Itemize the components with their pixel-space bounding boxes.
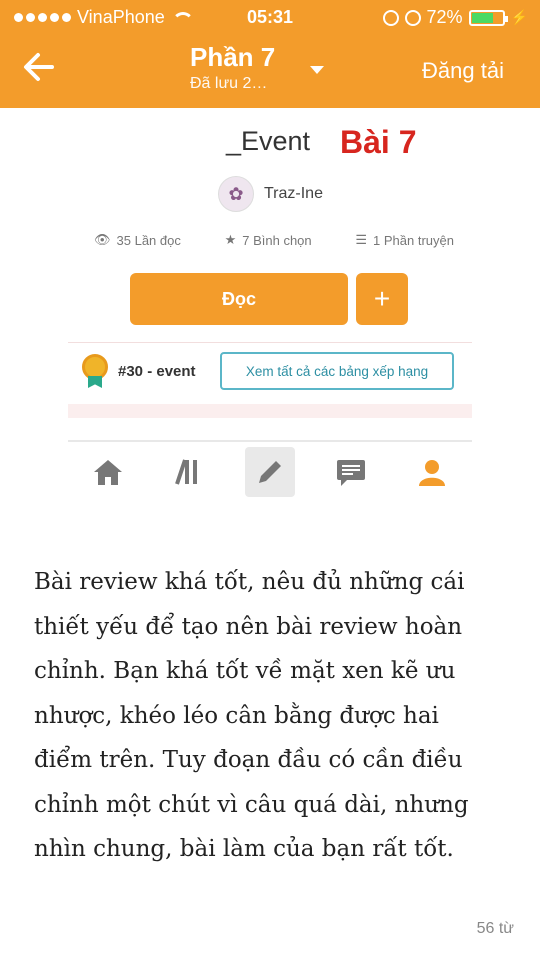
chat-icon[interactable] [326, 447, 376, 497]
view-all-rankings-button[interactable]: Xem tất cả các bảng xếp hạng [220, 352, 454, 390]
review-line: chỉnh một chút vì câu quá dài, nhưng [34, 791, 469, 818]
title-dropdown[interactable]: Phần 7 Đã lưu 2… [190, 42, 350, 93]
embedded-screenshot: _Event Bài 7 ✿ Traz-Ine 👁 35 Lần đọc ★ 7 B… [68, 108, 472, 418]
pencil-icon[interactable] [244, 447, 295, 497]
profile-icon[interactable] [407, 447, 457, 497]
nav-header: Phần 7 Đã lưu 2… Đăng tải [0, 36, 540, 108]
author[interactable]: ✿ Traz-Ine [218, 176, 323, 212]
review-line: điểm trên. Tuy đoạn đầu có cần điều [34, 747, 463, 773]
parts-count: 1 Phần truyện [373, 232, 454, 248]
status-bar: VinaPhone 05:31 72% ⚡ [0, 0, 540, 36]
review-line: Bài review khá tốt, nêu đủ những cái [34, 569, 465, 595]
reads-count: 35 Lần đọc [116, 232, 181, 248]
avatar: ✿ [218, 176, 254, 212]
list-icon: ☰ [355, 232, 368, 247]
alarm-icon [404, 9, 421, 26]
annotation-label: Bài 7 [340, 124, 417, 160]
votes-count: 7 Bình chọn [242, 232, 312, 248]
star-icon: ★ [224, 232, 237, 247]
review-text: Bài review khá tốt, nêu đủ những cái thi… [34, 560, 504, 872]
dropdown-caret-icon[interactable] [310, 66, 324, 74]
review-line: thiết yếu để tạo nên bài review hoàn [34, 613, 463, 640]
eye-icon: 👁 [94, 232, 111, 247]
author-name: Traz-Ine [264, 185, 323, 202]
embedded-tab-bar [68, 440, 472, 502]
battery-icon [468, 9, 508, 26]
divider [68, 342, 472, 343]
home-icon[interactable] [83, 447, 133, 497]
battery-percent: 72% [426, 7, 463, 27]
card-bottom [68, 404, 472, 418]
story-title: _Event [226, 126, 311, 156]
save-status: Đã lưu 2… [190, 75, 268, 92]
add-to-library-button[interactable]: + [356, 273, 408, 325]
rank-text: #30 - event [118, 362, 196, 380]
rank: #30 - event [82, 354, 196, 388]
medal-icon [82, 354, 108, 388]
top-bar: VinaPhone 05:31 72% ⚡ Phần 7 Đã lưu 2… Đ… [0, 0, 540, 108]
upload-button[interactable]: Đăng tải [422, 58, 504, 84]
rotation-lock-icon [382, 9, 399, 26]
read-button[interactable]: Đọc [130, 273, 348, 325]
back-arrow-icon[interactable] [22, 50, 58, 86]
review-line: nhược, khéo léo cân bằng được hai [34, 702, 439, 729]
review-line: chỉnh. Bạn khá tốt về mặt xen kẽ ưu [34, 658, 456, 684]
charging-icon: ⚡ [510, 9, 528, 25]
word-count: 56 từ [476, 920, 514, 937]
story-stats: 👁 35 Lần đọc ★ 7 Bình chọn ☰ 1 Phần truyện [94, 232, 454, 248]
page-title: Phần 7 [190, 42, 276, 72]
library-icon[interactable] [164, 447, 214, 497]
review-line: nhìn chung, bài làm của bạn rất tốt. [34, 836, 454, 862]
